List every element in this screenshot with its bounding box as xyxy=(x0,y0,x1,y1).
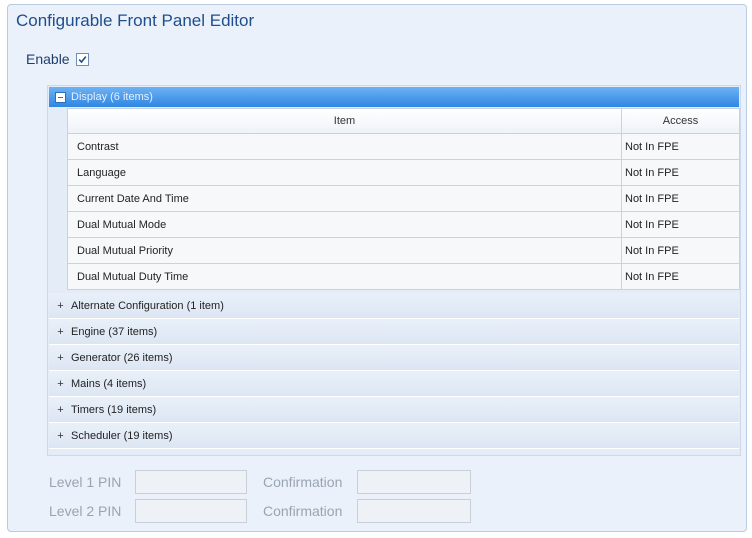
expand-icon[interactable]: + xyxy=(57,378,64,390)
items-grid: Display (6 items) Item Access Contrast N… xyxy=(47,85,741,456)
table-row[interactable]: Dual Mutual Priority Not In FPE xyxy=(67,238,740,264)
enable-row: Enable xyxy=(26,51,89,67)
expand-icon[interactable]: + xyxy=(57,352,64,364)
access-cell[interactable]: Not In FPE xyxy=(622,134,739,159)
collapsed-groups: + Alternate Configuration (1 item) + Eng… xyxy=(49,293,739,449)
front-panel-editor: Configurable Front Panel Editor Enable D… xyxy=(7,4,747,532)
level1-confirmation-input[interactable] xyxy=(357,470,471,494)
access-cell[interactable]: Not In FPE xyxy=(622,238,739,263)
group-row-alternate-configuration[interactable]: + Alternate Configuration (1 item) xyxy=(49,293,739,319)
group-label: Alternate Configuration (1 item) xyxy=(71,299,224,312)
group-label: Mains (4 items) xyxy=(71,377,147,390)
expand-icon[interactable]: + xyxy=(57,300,64,312)
table-row[interactable]: Dual Mutual Duty Time Not In FPE xyxy=(67,264,740,290)
access-cell[interactable]: Not In FPE xyxy=(622,160,739,185)
group-row-scheduler[interactable]: + Scheduler (19 items) xyxy=(49,423,739,449)
level2-pin-label: Level 2 PIN xyxy=(49,503,122,519)
item-cell: Current Date And Time xyxy=(68,186,622,211)
collapse-icon[interactable] xyxy=(55,91,66,103)
level1-confirmation-label: Confirmation xyxy=(263,474,343,490)
level1-pin-input[interactable] xyxy=(135,470,247,494)
group-label: Timers (19 items) xyxy=(71,403,157,416)
group-header-label: Display (6 items) xyxy=(71,91,153,103)
item-cell: Dual Mutual Mode xyxy=(68,212,622,237)
expand-icon[interactable]: + xyxy=(57,430,64,442)
group-row-mains[interactable]: + Mains (4 items) xyxy=(49,371,739,397)
item-cell: Language xyxy=(68,160,622,185)
group-row-engine[interactable]: + Engine (37 items) xyxy=(49,319,739,345)
enable-label: Enable xyxy=(26,51,70,67)
group-row-timers[interactable]: + Timers (19 items) xyxy=(49,397,739,423)
column-header-item[interactable]: Item xyxy=(68,109,622,133)
enable-checkbox[interactable] xyxy=(75,52,89,66)
level1-pin-label: Level 1 PIN xyxy=(49,474,122,490)
group-label: Engine (37 items) xyxy=(71,325,158,338)
table-header: Item Access xyxy=(67,108,740,134)
item-cell: Dual Mutual Duty Time xyxy=(68,264,622,289)
panel-title: Configurable Front Panel Editor xyxy=(16,11,255,30)
level1-pin-row: Level 1 PIN Confirmation xyxy=(49,469,471,495)
level2-pin-row: Level 2 PIN Confirmation xyxy=(49,498,471,524)
level2-pin-input[interactable] xyxy=(135,499,247,523)
item-cell: Dual Mutual Priority xyxy=(68,238,622,263)
table-row[interactable]: Current Date And Time Not In FPE xyxy=(67,186,740,212)
table-row[interactable]: Dual Mutual Mode Not In FPE xyxy=(67,212,740,238)
display-table: Item Access Contrast Not In FPE Language… xyxy=(67,108,740,290)
level2-confirmation-label: Confirmation xyxy=(263,503,343,519)
expand-icon[interactable]: + xyxy=(57,404,64,416)
group-row-generator[interactable]: + Generator (26 items) xyxy=(49,345,739,371)
group-label: Generator (26 items) xyxy=(71,351,173,364)
table-row[interactable]: Language Not In FPE xyxy=(67,160,740,186)
column-header-access[interactable]: Access xyxy=(622,109,739,133)
item-cell: Contrast xyxy=(68,134,622,159)
access-cell[interactable]: Not In FPE xyxy=(622,186,739,211)
group-header-display[interactable]: Display (6 items) xyxy=(49,87,739,107)
access-cell[interactable]: Not In FPE xyxy=(622,212,739,237)
checkmark-icon xyxy=(78,55,87,63)
access-cell[interactable]: Not In FPE xyxy=(622,264,739,289)
table-row[interactable]: Contrast Not In FPE xyxy=(67,134,740,160)
level2-confirmation-input[interactable] xyxy=(357,499,471,523)
expand-icon[interactable]: + xyxy=(57,326,64,338)
group-label: Scheduler (19 items) xyxy=(71,429,173,442)
